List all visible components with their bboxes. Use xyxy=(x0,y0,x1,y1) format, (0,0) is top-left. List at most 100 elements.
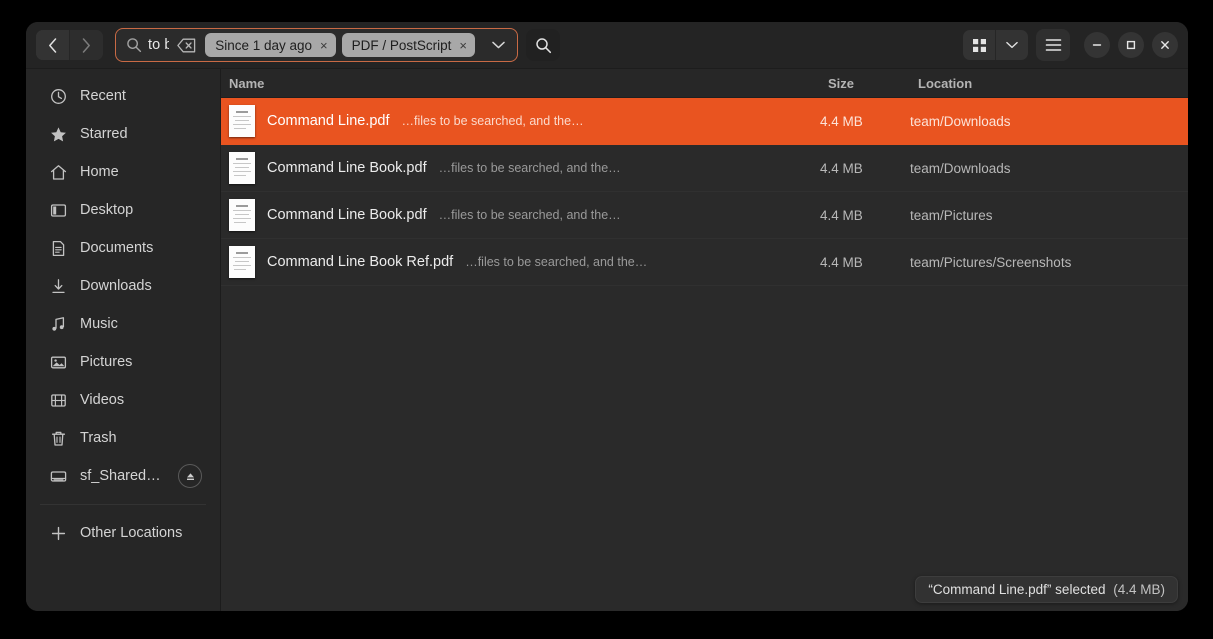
file-name: Command Line Book Ref.pdf xyxy=(267,254,453,270)
file-name: Command Line Book.pdf xyxy=(267,160,427,176)
close-button[interactable] xyxy=(1152,32,1178,58)
file-name: Command Line Book.pdf xyxy=(267,207,427,223)
file-location: team/Pictures xyxy=(910,208,1188,223)
download-icon xyxy=(50,278,67,295)
sidebar-item-videos[interactable]: Videos xyxy=(32,381,214,419)
file-name-cell: Command Line Book.pdf …files to be searc… xyxy=(221,199,820,231)
film-icon xyxy=(50,392,67,409)
file-location: team/Downloads xyxy=(910,114,1188,129)
sidebar-item-downloads[interactable]: Downloads xyxy=(32,267,214,305)
sidebar-item-label: Desktop xyxy=(80,202,202,218)
table-row[interactable]: Command Line Book.pdf …files to be searc… xyxy=(221,145,1188,192)
file-list-pane: Name Size Location Command Line.pdf …fil… xyxy=(221,69,1188,611)
sidebar-item-recent[interactable]: Recent xyxy=(32,77,214,115)
search-icon xyxy=(535,37,552,54)
column-header-name[interactable]: Name xyxy=(221,76,828,91)
file-rows: Command Line.pdf …files to be searched, … xyxy=(221,98,1188,611)
table-row[interactable]: Command Line.pdf …files to be searched, … xyxy=(221,98,1188,145)
eject-icon[interactable] xyxy=(178,464,202,488)
pdf-document-icon xyxy=(229,152,255,184)
chevron-down-icon xyxy=(492,41,505,49)
filter-chip-filetype[interactable]: PDF / PostScript × xyxy=(342,33,475,57)
home-icon xyxy=(50,164,67,181)
plus-icon xyxy=(50,525,67,542)
filter-chip-date[interactable]: Since 1 day ago × xyxy=(205,33,335,57)
forward-button[interactable] xyxy=(69,30,103,60)
sidebar-item-pictures[interactable]: Pictures xyxy=(32,343,214,381)
search-icon xyxy=(126,37,142,53)
column-header-location[interactable]: Location xyxy=(918,76,1188,91)
status-size: (4.4 MB) xyxy=(1113,582,1165,597)
maximize-icon xyxy=(1125,39,1137,51)
file-snippet: …files to be searched, and the… xyxy=(465,255,647,269)
clear-search-icon[interactable] xyxy=(175,34,197,56)
trash-icon xyxy=(50,430,67,447)
back-button[interactable] xyxy=(36,30,69,60)
sidebar-item-label: Downloads xyxy=(80,278,202,294)
filter-chip-date-label: Since 1 day ago xyxy=(215,38,312,53)
view-mode-group xyxy=(963,30,1028,60)
sidebar-item-label: sf_SharedSpace xyxy=(80,468,165,484)
sidebar-item-starred[interactable]: Starred xyxy=(32,115,214,153)
table-row[interactable]: Command Line Book.pdf …files to be searc… xyxy=(221,192,1188,239)
sidebar-item-label: Starred xyxy=(80,126,202,142)
close-icon[interactable]: × xyxy=(319,39,329,52)
sidebar-item-other-locations[interactable]: Other Locations xyxy=(32,514,214,552)
file-size: 4.4 MB xyxy=(820,255,910,270)
file-location: team/Downloads xyxy=(910,161,1188,176)
filter-dropdown-button[interactable] xyxy=(483,30,513,60)
pdf-document-icon xyxy=(229,246,255,278)
table-row[interactable]: Command Line Book Ref.pdf …files to be s… xyxy=(221,239,1188,286)
pdf-document-icon xyxy=(229,105,255,137)
file-name-cell: Command Line Book.pdf …files to be searc… xyxy=(221,152,820,184)
sidebar-item-sf-sharedspace[interactable]: sf_SharedSpace xyxy=(32,457,214,495)
status-text: “Command Line.pdf” selected xyxy=(928,582,1105,597)
maximize-button[interactable] xyxy=(1118,32,1144,58)
desktop-icon xyxy=(50,202,67,219)
file-location: team/Pictures/Screenshots xyxy=(910,255,1188,270)
search-bar[interactable]: Since 1 day ago × PDF / PostScript × xyxy=(115,28,518,62)
navigation-button-group xyxy=(36,30,103,60)
sidebar-item-label: Recent xyxy=(80,88,202,104)
grid-view-button[interactable] xyxy=(963,30,995,60)
file-size: 4.4 MB xyxy=(820,114,910,129)
sidebar-item-desktop[interactable]: Desktop xyxy=(32,191,214,229)
hamburger-menu-icon xyxy=(1045,38,1062,52)
view-options-button[interactable] xyxy=(995,30,1028,60)
chevron-left-icon xyxy=(48,38,57,53)
chevron-down-icon xyxy=(1006,41,1018,49)
search-input[interactable] xyxy=(148,37,169,53)
close-icon[interactable]: × xyxy=(458,39,468,52)
file-name-cell: Command Line.pdf …files to be searched, … xyxy=(221,105,820,137)
file-snippet: …files to be searched, and the… xyxy=(439,161,621,175)
sidebar-item-music[interactable]: Music xyxy=(32,305,214,343)
file-size: 4.4 MB xyxy=(820,208,910,223)
column-headers: Name Size Location xyxy=(221,69,1188,98)
minimize-button[interactable] xyxy=(1084,32,1110,58)
file-name-cell: Command Line Book Ref.pdf …files to be s… xyxy=(221,246,820,278)
window-body: Recent Starred Home Desktop xyxy=(26,69,1188,611)
window-controls xyxy=(1084,32,1178,58)
grid-view-icon xyxy=(972,38,987,53)
music-note-icon xyxy=(50,316,67,333)
chevron-right-icon xyxy=(82,38,91,53)
sidebar-item-documents[interactable]: Documents xyxy=(32,229,214,267)
sidebar-item-label: Documents xyxy=(80,240,202,256)
search-toggle-button[interactable] xyxy=(526,29,560,61)
star-icon xyxy=(50,126,67,143)
main-menu-button[interactable] xyxy=(1036,29,1070,61)
sidebar-item-label: Home xyxy=(80,164,202,180)
status-badge: “Command Line.pdf” selected (4.4 MB) xyxy=(915,576,1178,603)
sidebar: Recent Starred Home Desktop xyxy=(26,69,221,611)
sidebar-item-home[interactable]: Home xyxy=(32,153,214,191)
file-size: 4.4 MB xyxy=(820,161,910,176)
drive-icon xyxy=(50,468,67,485)
column-header-size[interactable]: Size xyxy=(828,76,918,91)
sidebar-item-label: Other Locations xyxy=(80,525,202,541)
file-name: Command Line.pdf xyxy=(267,113,390,129)
minimize-icon xyxy=(1091,39,1103,51)
pdf-document-icon xyxy=(229,199,255,231)
file-snippet: …files to be searched, and the… xyxy=(439,208,621,222)
sidebar-item-trash[interactable]: Trash xyxy=(32,419,214,457)
files-window: Since 1 day ago × PDF / PostScript × xyxy=(26,22,1188,611)
